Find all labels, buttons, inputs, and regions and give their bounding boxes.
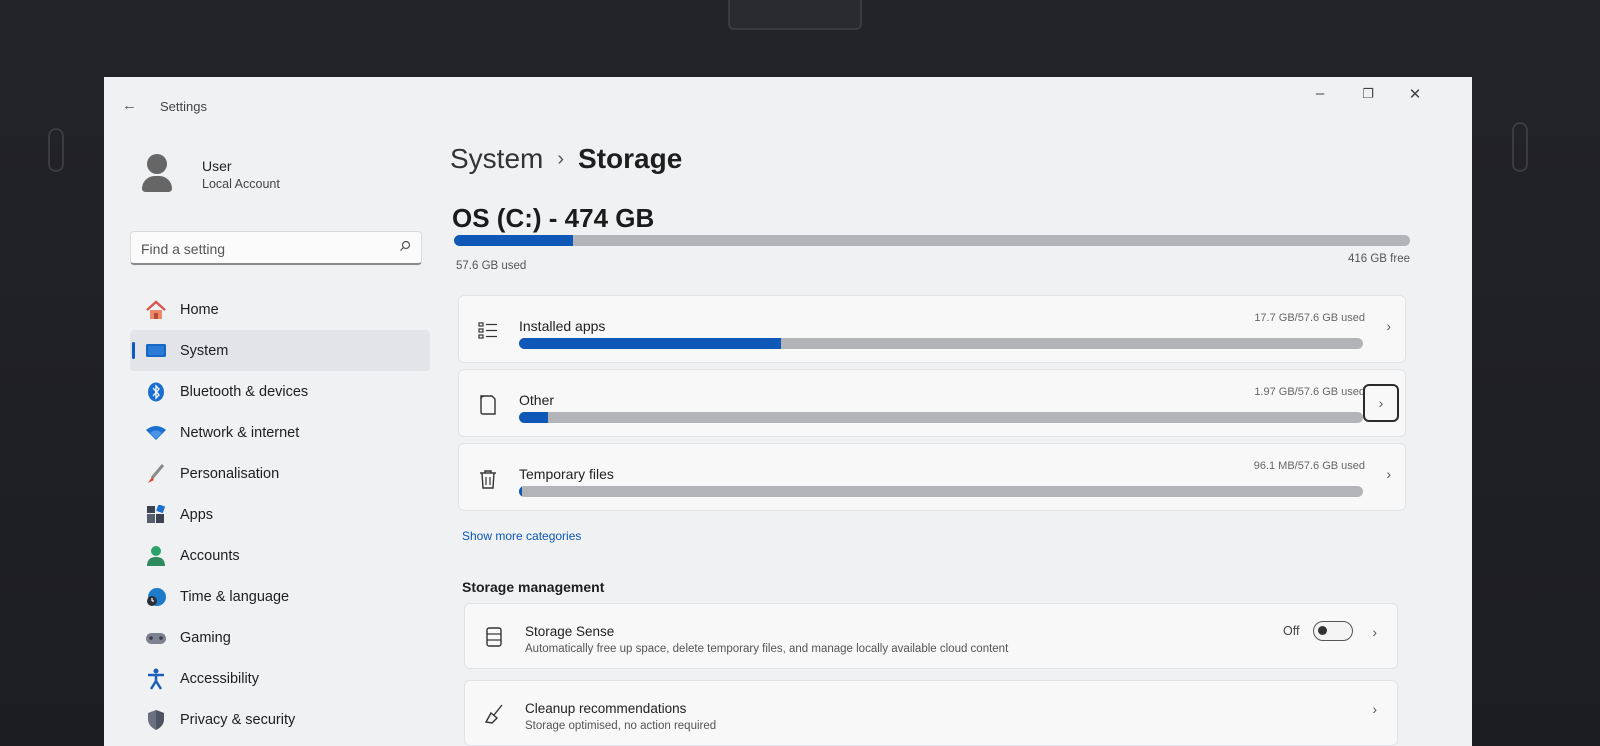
sidebar-item-label: Time & language bbox=[180, 588, 290, 605]
category-usage-fill bbox=[519, 486, 522, 497]
drive-used-label: 57.6 GB used bbox=[456, 260, 527, 272]
category-name: Temporary files bbox=[519, 466, 614, 482]
category-usage: 96.1 MB/57.6 GB used bbox=[1253, 460, 1365, 472]
sidebar-item-label: Personalisation bbox=[180, 465, 280, 482]
category-usage: 17.7 GB/57.6 GB used bbox=[1254, 312, 1365, 324]
category-usage-bar bbox=[519, 412, 1363, 423]
sidebar-item-label: Accounts bbox=[180, 547, 240, 564]
category-usage-fill bbox=[519, 338, 781, 349]
close-button[interactable]: ✕ bbox=[1401, 85, 1429, 103]
sidebar-item-accessibility[interactable]: Accessibility bbox=[130, 658, 430, 699]
sidebar-item-system[interactable]: System bbox=[130, 330, 430, 371]
drive-free-label: 416 GB free bbox=[1347, 253, 1410, 265]
globe-clock-icon bbox=[144, 586, 168, 608]
page-title: Storage bbox=[578, 143, 683, 174]
chevron-right-icon: › bbox=[1386, 466, 1391, 482]
sidebar-item-privacy[interactable]: Privacy & security bbox=[130, 699, 430, 740]
restore-button[interactable]: ❐ bbox=[1354, 86, 1382, 102]
sidebar-item-personalisation[interactable]: Personalisation bbox=[130, 453, 430, 494]
wifi-icon bbox=[144, 422, 168, 444]
bluetooth-icon bbox=[144, 381, 168, 403]
search-input[interactable] bbox=[141, 238, 381, 260]
sidebar-item-gaming[interactable]: Gaming bbox=[130, 617, 430, 658]
chevron-right-icon: › bbox=[1372, 624, 1377, 640]
chevron-right-icon: › bbox=[1386, 318, 1391, 334]
storage-management-heading: Storage management bbox=[462, 579, 605, 595]
bezel-bump-left bbox=[48, 128, 64, 172]
storage-drive-icon bbox=[486, 627, 502, 647]
drive-usage-bar bbox=[454, 235, 1410, 246]
storage-sense-description: Automatically free up space, delete temp… bbox=[525, 643, 1009, 655]
sidebar-item-label: Gaming bbox=[180, 629, 231, 646]
breadcrumb-parent[interactable]: System bbox=[450, 143, 543, 174]
sidebar-item-label: Bluetooth & devices bbox=[180, 383, 309, 400]
list-icon bbox=[478, 322, 497, 339]
category-installed-apps[interactable]: Installed apps 17.7 GB/57.6 GB used › bbox=[458, 295, 1406, 363]
storage-sense-toggle[interactable] bbox=[1313, 621, 1353, 641]
category-name: Installed apps bbox=[519, 318, 606, 334]
webcam-housing bbox=[728, 0, 862, 30]
sidebar-item-bluetooth[interactable]: Bluetooth & devices bbox=[130, 371, 430, 412]
person-icon bbox=[144, 545, 168, 567]
cleanup-description: Storage optimised, no action required bbox=[525, 720, 717, 732]
category-usage: 1.97 GB/57.6 GB used bbox=[1254, 386, 1365, 398]
sidebar-item-label: Network & internet bbox=[180, 424, 300, 441]
sidebar-item-time-language[interactable]: Time & language bbox=[130, 576, 430, 617]
storage-sense-card[interactable]: Storage Sense Automatically free up spac… bbox=[464, 603, 1398, 669]
back-arrow-icon[interactable]: ← bbox=[122, 97, 137, 114]
chevron-right-icon: › bbox=[1372, 701, 1377, 717]
breadcrumb: System › Storage bbox=[450, 143, 682, 175]
search-box[interactable] bbox=[130, 231, 422, 265]
monitor-icon bbox=[144, 340, 168, 362]
apps-icon bbox=[144, 504, 168, 526]
avatar bbox=[140, 154, 172, 194]
category-temporary-files[interactable]: Temporary files 96.1 MB/57.6 GB used › bbox=[458, 443, 1406, 511]
search-icon[interactable] bbox=[399, 240, 411, 252]
sidebar-item-apps[interactable]: Apps bbox=[130, 494, 430, 535]
sidebar-item-network[interactable]: Network & internet bbox=[130, 412, 430, 453]
window-title: Settings bbox=[160, 99, 207, 114]
trash-icon bbox=[480, 470, 496, 489]
selection-indicator bbox=[132, 342, 135, 359]
gamepad-icon bbox=[144, 627, 168, 649]
category-name: Other bbox=[519, 392, 555, 408]
accessibility-icon bbox=[144, 668, 168, 690]
user-name: User bbox=[202, 158, 232, 174]
category-usage-fill bbox=[519, 412, 548, 423]
sidebar-item-label: Home bbox=[180, 301, 219, 318]
chevron-right-icon[interactable]: › bbox=[1363, 384, 1399, 422]
minimize-button[interactable]: – bbox=[1306, 85, 1334, 102]
settings-window: ← Settings – ❐ ✕ User Local Account Home bbox=[104, 77, 1472, 746]
bezel-bump-right bbox=[1512, 122, 1528, 172]
cleanup-recommendations-card[interactable]: Cleanup recommendations Storage optimise… bbox=[464, 680, 1398, 746]
drive-title: OS (C:) - 474 GB bbox=[452, 203, 655, 233]
document-icon bbox=[480, 395, 496, 415]
cleanup-title: Cleanup recommendations bbox=[525, 701, 687, 716]
brush-icon bbox=[144, 463, 168, 485]
show-more-categories-link[interactable]: Show more categories bbox=[462, 529, 581, 543]
sidebar-item-home[interactable]: Home bbox=[130, 289, 430, 330]
drive-usage-fill bbox=[454, 235, 573, 246]
shield-icon bbox=[144, 709, 168, 731]
storage-sense-title: Storage Sense bbox=[525, 624, 615, 639]
sidebar-item-label: Apps bbox=[180, 506, 214, 523]
category-other[interactable]: Other 1.97 GB/57.6 GB used › bbox=[458, 369, 1406, 437]
chevron-right-icon: › bbox=[557, 148, 565, 170]
sidebar-item-label: Privacy & security bbox=[180, 711, 296, 728]
user-profile[interactable]: User Local Account bbox=[140, 154, 400, 198]
title-bar: ← Settings – ❐ ✕ bbox=[104, 77, 1472, 133]
category-usage-bar bbox=[519, 338, 1363, 349]
sidebar-nav: Home System Bluetooth & devices Network … bbox=[130, 289, 430, 740]
sidebar-item-accounts[interactable]: Accounts bbox=[130, 535, 430, 576]
sidebar-item-label: System bbox=[180, 342, 229, 359]
home-icon bbox=[144, 299, 168, 321]
category-usage-bar bbox=[519, 486, 1363, 497]
account-type: Local Account bbox=[202, 177, 280, 191]
broom-icon bbox=[484, 704, 503, 724]
sidebar-item-label: Accessibility bbox=[180, 670, 259, 687]
storage-sense-state: Off bbox=[1283, 624, 1300, 638]
